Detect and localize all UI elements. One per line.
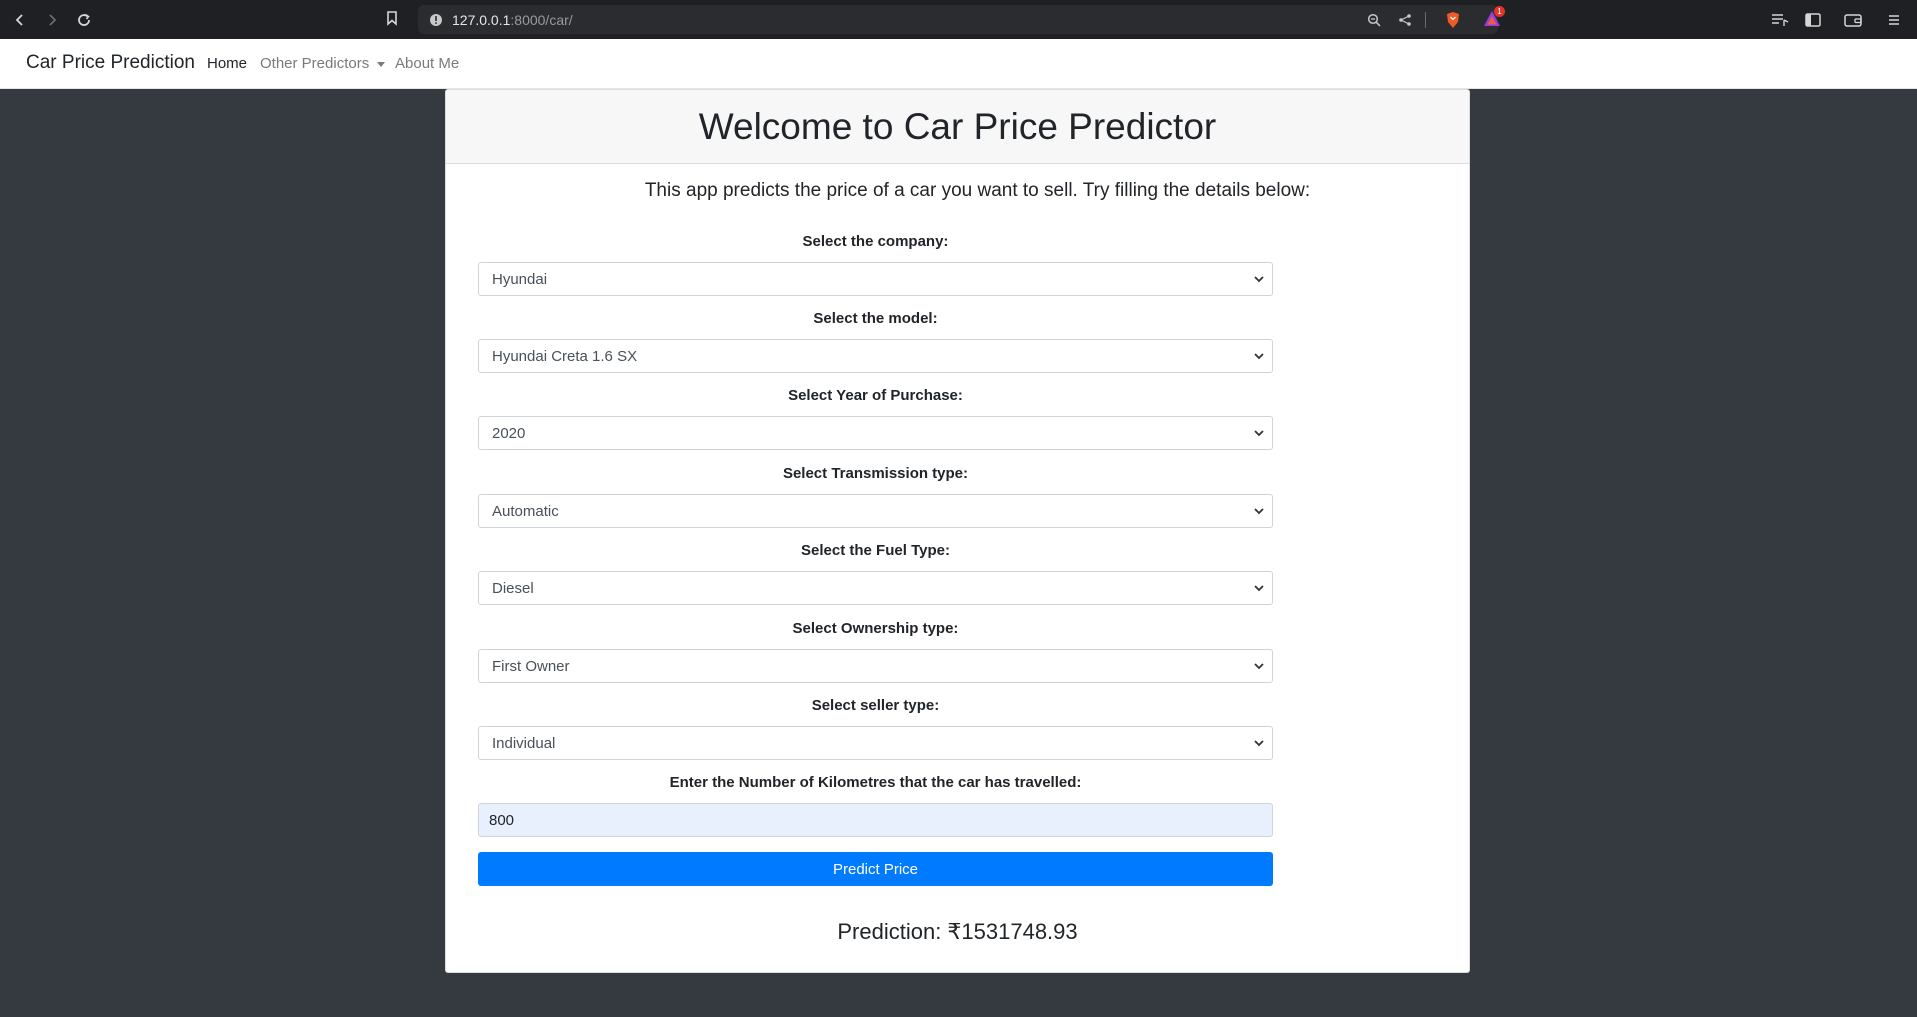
reload-icon[interactable] xyxy=(71,7,97,33)
card-header: Welcome to Car Price Predictor xyxy=(446,90,1469,164)
kilometres-input-value: 800 xyxy=(489,812,515,829)
nav-about-me[interactable]: About Me xyxy=(395,55,459,72)
ownership-label: Select Ownership type: xyxy=(792,620,959,637)
back-icon[interactable] xyxy=(7,7,33,33)
browser-toolbar: 127.0.0.1:8000/car/ 1 xyxy=(0,0,1917,39)
model-select[interactable]: Hyundai Creta 1.6 SX xyxy=(478,339,1273,373)
predictor-card: Welcome to Car Price Predictor This app … xyxy=(445,89,1470,973)
ownership-select-value: First Owner xyxy=(492,658,570,675)
share-icon[interactable] xyxy=(1396,11,1414,29)
model-label: Select the model: xyxy=(813,310,938,327)
predict-price-button[interactable]: Predict Price xyxy=(478,852,1273,886)
kilometres-input[interactable]: 800 xyxy=(478,803,1273,837)
page-title: Welcome to Car Price Predictor xyxy=(698,105,1217,147)
navbar-brand[interactable]: Car Price Prediction xyxy=(26,52,195,74)
ownership-select[interactable]: First Owner xyxy=(478,649,1273,683)
nav-home[interactable]: Home xyxy=(207,55,247,72)
chevron-down-icon xyxy=(1252,272,1266,286)
kilometres-label: Enter the Number of Kilometres that the … xyxy=(669,774,1082,791)
transmission-label: Select Transmission type: xyxy=(782,465,969,482)
nav-other-predictors[interactable]: Other Predictors xyxy=(260,55,386,72)
url-path: :8000/car/ xyxy=(510,12,573,28)
seller-label: Select seller type: xyxy=(811,697,940,714)
fuel-select-value: Diesel xyxy=(492,580,534,597)
wallet-icon[interactable] xyxy=(1842,9,1864,31)
chevron-down-icon xyxy=(1252,349,1266,363)
company-select[interactable]: Hyundai xyxy=(478,262,1273,296)
company-select-value: Hyundai xyxy=(492,271,548,288)
address-bar[interactable]: 127.0.0.1:8000/car/ xyxy=(418,5,1498,34)
chevron-down-icon xyxy=(1252,736,1266,750)
rewards-badge-count: 1 xyxy=(1494,6,1505,17)
year-select-value: 2020 xyxy=(492,425,526,442)
prediction-result: Prediction: ₹1531748.93 xyxy=(837,919,1078,944)
seller-select-value: Individual xyxy=(492,735,556,752)
brave-shields-icon[interactable] xyxy=(1444,11,1462,29)
seller-select[interactable]: Individual xyxy=(478,726,1273,760)
transmission-select-value: Automatic xyxy=(492,503,559,520)
playlist-icon[interactable] xyxy=(1769,9,1791,31)
top-navbar: Car Price Prediction Home Other Predicto… xyxy=(0,39,1917,89)
fuel-select[interactable]: Diesel xyxy=(478,571,1273,605)
chevron-down-icon xyxy=(1252,659,1266,673)
url-divider xyxy=(1425,12,1426,28)
brave-rewards-icon[interactable]: 1 xyxy=(1482,6,1505,29)
model-select-value: Hyundai Creta 1.6 SX xyxy=(492,348,638,365)
zoom-icon[interactable] xyxy=(1365,11,1383,29)
year-select[interactable]: 2020 xyxy=(478,416,1273,450)
fuel-label: Select the Fuel Type: xyxy=(801,542,950,559)
nav-other-predictors-label: Other Predictors xyxy=(260,55,370,72)
dropdown-caret-icon xyxy=(377,61,386,67)
bookmark-icon[interactable] xyxy=(385,10,399,31)
menu-icon[interactable] xyxy=(1883,9,1905,31)
year-label: Select Year of Purchase: xyxy=(788,387,963,404)
url-text: 127.0.0.1:8000/car/ xyxy=(452,12,573,28)
sidebar-icon[interactable] xyxy=(1802,9,1824,31)
chevron-down-icon xyxy=(1252,504,1266,518)
chevron-down-icon xyxy=(1252,426,1266,440)
company-label: Select the company: xyxy=(802,233,949,250)
intro-text: This app predicts the price of a car you… xyxy=(644,180,1311,201)
url-host: 127.0.0.1 xyxy=(452,12,511,28)
forward-icon[interactable] xyxy=(39,7,65,33)
site-info-icon[interactable] xyxy=(427,11,445,29)
transmission-select[interactable]: Automatic xyxy=(478,494,1273,528)
chevron-down-icon xyxy=(1252,581,1266,595)
